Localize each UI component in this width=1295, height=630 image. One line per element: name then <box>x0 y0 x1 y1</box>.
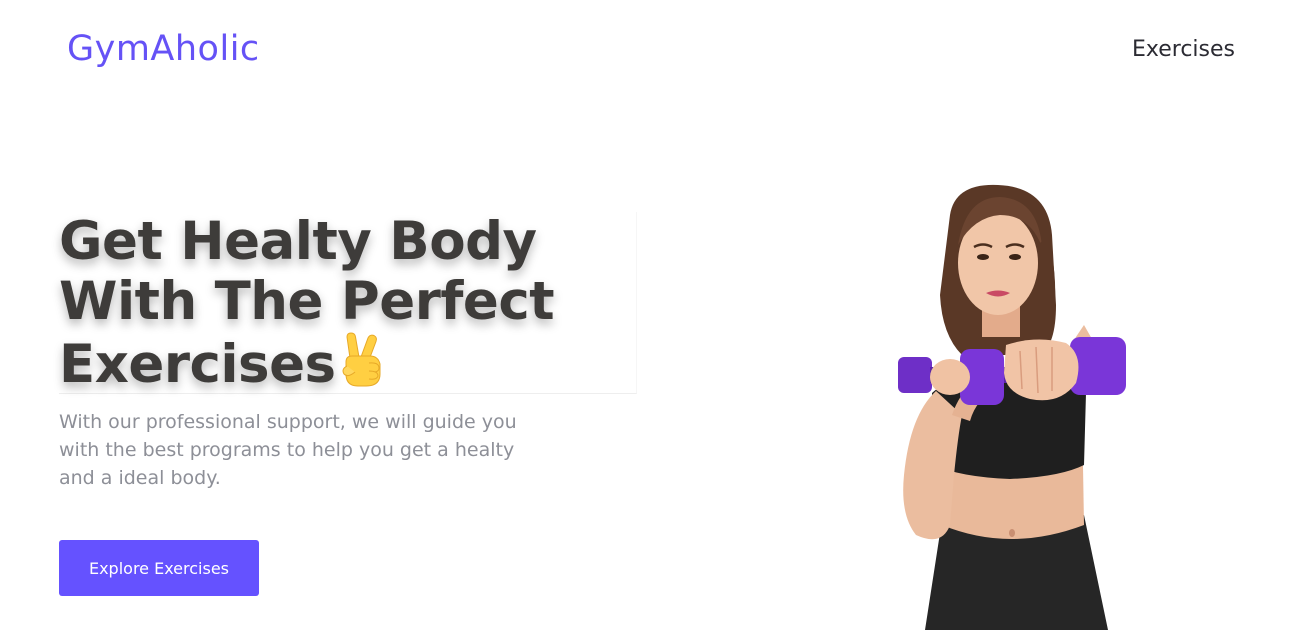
hero-title-line-3-wrap: Exercises <box>59 332 636 401</box>
nav-link-exercises[interactable]: Exercises <box>1132 37 1235 62</box>
page: GymAholic Exercises Get Healty Body With… <box>0 0 1295 630</box>
hero-title-line-2: With The Perfect <box>59 271 555 332</box>
hero-title: Get Healty Body With The Perfect Exercis… <box>59 212 636 401</box>
hero-title-line-1: Get Healty Body <box>59 211 537 272</box>
explore-exercises-button[interactable]: Explore Exercises <box>59 540 259 596</box>
hero-description: With our professional support, we will g… <box>59 411 517 489</box>
victory-hand-icon <box>340 332 388 401</box>
hero-image <box>870 175 1160 630</box>
hero-title-line-3: Exercises <box>59 334 336 395</box>
logo[interactable]: GymAholic <box>67 29 260 69</box>
hero-title-block: Get Healty Body With The Perfect Exercis… <box>59 212 637 395</box>
